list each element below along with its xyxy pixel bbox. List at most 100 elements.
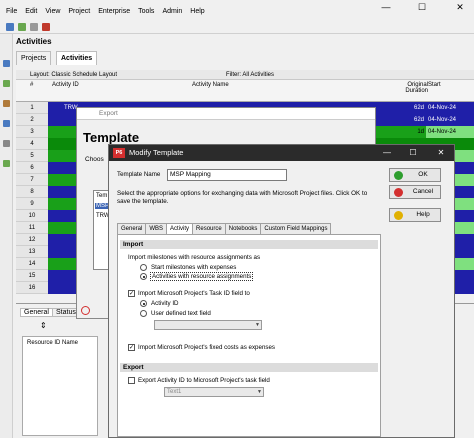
open-icon[interactable] (6, 23, 14, 31)
task-id-label[interactable]: Import Microsoft Project's Task ID field… (138, 290, 250, 297)
template-name-label: Template Name (117, 171, 161, 178)
row-number[interactable]: 15 (16, 270, 48, 282)
tab-projects[interactable]: Projects (16, 51, 52, 65)
row-number[interactable]: 11 (16, 222, 48, 234)
ok-button[interactable]: OK (389, 168, 441, 182)
main-toolbar (0, 20, 474, 34)
help-button[interactable]: Help (389, 208, 441, 222)
radio-user-text-field[interactable] (140, 310, 147, 317)
export-heading: Template (83, 130, 140, 145)
task-field-combo[interactable]: Text1 ▼ (164, 387, 264, 397)
tab-resource[interactable]: Resource (192, 223, 226, 234)
tab-wbs[interactable]: WBS (145, 223, 168, 234)
task-id-checkbox[interactable]: ✓ (128, 290, 135, 297)
layout-bar[interactable]: Layout: Classic Schedule Layout Filter: … (16, 70, 474, 80)
duration-cell[interactable]: 62d (390, 114, 426, 126)
dialog-maximize-button[interactable]: ☐ (403, 145, 423, 161)
activity-id-label[interactable]: Activity ID (151, 300, 179, 307)
filter-label[interactable]: Filter: All Activities (226, 70, 274, 80)
row-number[interactable]: 13 (16, 246, 48, 258)
menu-view[interactable]: View (45, 5, 60, 19)
dialog-title-bar: P6 Modify Template — ☐ ✕ (109, 145, 454, 161)
row-number[interactable]: 1 (16, 102, 48, 114)
minimize-button[interactable]: — (374, 0, 398, 14)
col-start[interactable]: Start (428, 82, 441, 88)
menu-edit[interactable]: Edit (25, 5, 37, 19)
menu-admin[interactable]: Admin (162, 5, 182, 19)
tracking-icon[interactable] (3, 160, 10, 167)
template-name-field[interactable]: MSP Mapping (167, 169, 287, 181)
start-cell[interactable]: 04-Nov-24 (426, 114, 474, 126)
dialog-title: Modify Template (129, 148, 184, 157)
page-title: Activities (16, 37, 52, 46)
radio-start-milestones[interactable] (140, 264, 147, 271)
tab-general[interactable]: General (20, 308, 53, 317)
col-original-duration[interactable]: Original Duration (388, 82, 428, 94)
col-activity-id[interactable]: Activity ID (52, 82, 79, 88)
maximize-button[interactable]: ☐ (410, 0, 434, 14)
milestones-label: Import milestones with resource assignme… (128, 254, 261, 261)
row-number[interactable]: 8 (16, 186, 48, 198)
dialog-close-button[interactable]: ✕ (431, 145, 451, 161)
duration-cell[interactable]: 62d (390, 102, 426, 114)
sort-arrow-icon[interactable]: ⇕ (40, 321, 47, 330)
fixed-costs-label[interactable]: Import Microsoft Project's fixed costs a… (138, 344, 275, 351)
dialog-minimize-button[interactable]: — (377, 145, 397, 161)
save-icon[interactable] (18, 23, 26, 31)
row-number[interactable]: 16 (16, 282, 48, 294)
row-number[interactable]: 4 (16, 138, 48, 150)
menu-help[interactable]: Help (190, 5, 204, 19)
menu-file[interactable]: File (6, 5, 17, 19)
export-id-label[interactable]: Export Activity ID to Microsoft Project'… (138, 377, 270, 384)
projects-icon[interactable] (3, 60, 10, 67)
cancel-circle-icon[interactable] (81, 306, 90, 315)
start-cell[interactable]: 04-Nov-24 (426, 126, 474, 138)
row-number[interactable]: 12 (16, 234, 48, 246)
import-section-header: Import (120, 240, 378, 249)
start-cell[interactable]: 04-Nov-24 (426, 102, 474, 114)
tab-general[interactable]: General (117, 223, 147, 234)
tab-notebooks[interactable]: Notebooks (224, 223, 262, 234)
activities-icon[interactable] (3, 120, 10, 127)
instructions-text: Select the appropriate options for excha… (117, 190, 368, 205)
print-icon[interactable] (30, 23, 38, 31)
row-number[interactable]: 10 (16, 210, 48, 222)
row-number[interactable]: 14 (16, 258, 48, 270)
activities-resources-label[interactable]: Activities with resource assignments (150, 272, 254, 281)
resource-list[interactable]: Resource ID Name (22, 336, 98, 436)
layout-label[interactable]: Layout: Classic Schedule Layout (30, 70, 117, 80)
template-list-header: Tem (96, 193, 108, 199)
check-icon (394, 171, 403, 180)
row-number[interactable]: 3 (16, 126, 48, 138)
user-text-field-combo[interactable]: ▼ (154, 320, 262, 330)
menu-tools[interactable]: Tools (138, 5, 154, 19)
col-number[interactable]: # (30, 82, 33, 88)
menu-project[interactable]: Project (68, 5, 90, 19)
fixed-costs-checkbox[interactable]: ✓ (128, 344, 135, 351)
start-milestones-label[interactable]: Start milestones with expenses (151, 264, 236, 271)
tab-activities[interactable]: Activities (56, 51, 98, 65)
p6-logo-icon: P6 (113, 148, 125, 158)
wbs-icon[interactable] (3, 100, 10, 107)
row-number[interactable]: 5 (16, 150, 48, 162)
menu-enterprise[interactable]: Enterprise (98, 5, 130, 19)
row-number[interactable]: 7 (16, 174, 48, 186)
resources-icon[interactable] (3, 140, 10, 147)
radio-activities-resources[interactable] (140, 273, 147, 280)
cancel-button[interactable]: Cancel (389, 185, 441, 199)
col-resource-id[interactable]: Resource ID Name (27, 340, 78, 346)
duration-cell[interactable]: 1d (390, 126, 426, 138)
grid-header: # Activity ID Activity Name Original Dur… (16, 80, 474, 102)
radio-activity-id[interactable] (140, 300, 147, 307)
row-number[interactable]: 2 (16, 114, 48, 126)
col-activity-name[interactable]: Activity Name (192, 82, 229, 88)
undo-icon[interactable] (42, 23, 50, 31)
eps-icon[interactable] (3, 80, 10, 87)
row-number[interactable]: 6 (16, 162, 48, 174)
user-text-field-label[interactable]: User defined text field (151, 310, 211, 317)
export-id-checkbox[interactable] (128, 377, 135, 384)
row-number[interactable]: 9 (16, 198, 48, 210)
close-button[interactable]: ✕ (448, 0, 472, 14)
tab-activity[interactable]: Activity (166, 223, 194, 234)
tab-custom-field-mappings[interactable]: Custom Field Mappings (260, 223, 332, 234)
